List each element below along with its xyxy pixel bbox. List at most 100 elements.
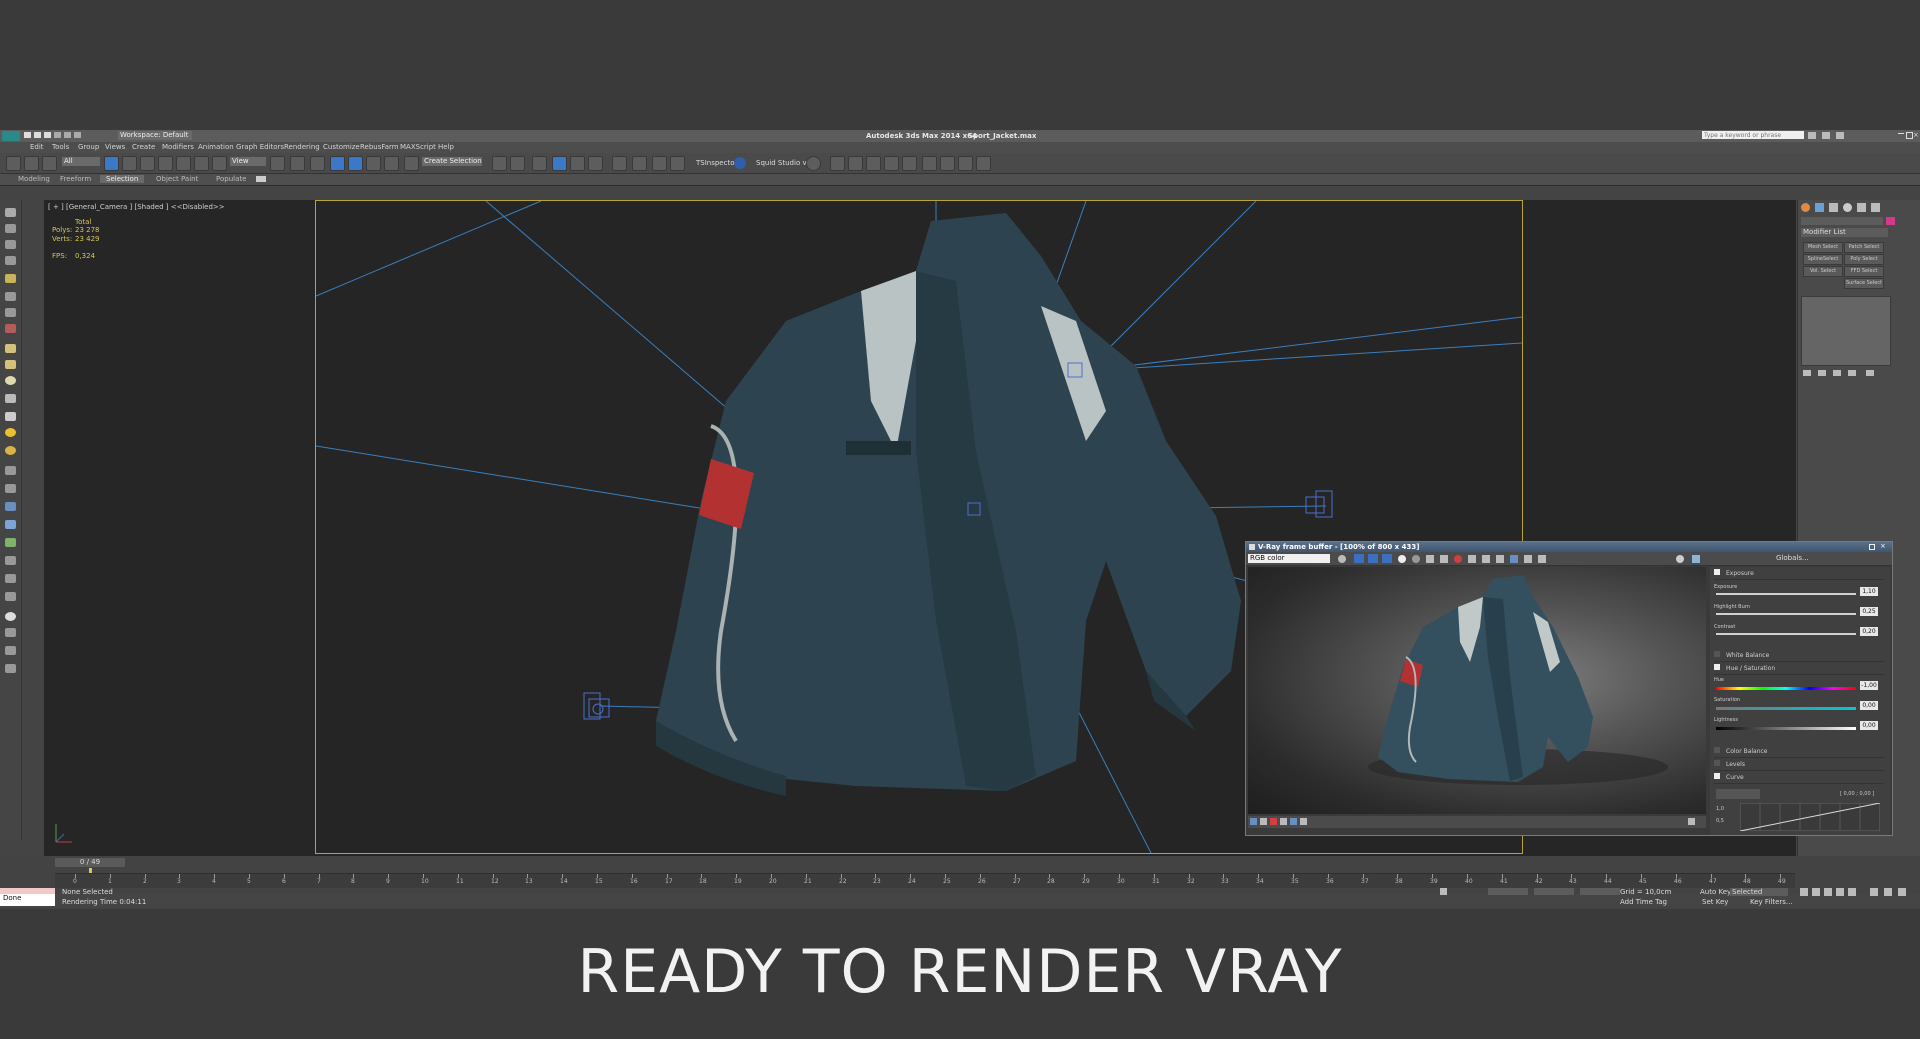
menu-animation[interactable]: Animation [198,143,234,151]
mirror-icon[interactable] [492,156,507,171]
x-coordinate-field[interactable] [1488,888,1528,895]
rendered-frame-window-icon[interactable] [652,156,667,171]
jacket-model[interactable] [656,213,1241,796]
curve-preset-buttons[interactable] [1716,789,1760,799]
pixel-info-icon[interactable] [1538,555,1546,563]
menu-rendering[interactable]: Rendering [284,143,320,151]
channel-dropdown[interactable]: RGB color [1248,554,1330,563]
saturation-value[interactable]: 0,00 [1860,701,1878,710]
tab-freeform[interactable]: Freeform [54,175,97,183]
curve-editor-icon[interactable] [570,156,585,171]
select-object-icon[interactable] [104,156,119,171]
poly-select-button[interactable]: Poly Select [1844,254,1884,265]
pan-icon[interactable] [1884,888,1892,896]
selection-filter-dropdown[interactable]: All [62,157,100,166]
scale-icon[interactable] [212,156,227,171]
resize-grip-icon[interactable] [1688,818,1695,825]
render-setup-icon[interactable] [632,156,647,171]
key-filters-button[interactable]: Key Filters... [1750,898,1793,907]
tsinspector-label[interactable]: TSInspector [696,159,737,168]
pivot-center-icon[interactable] [270,156,285,171]
show-end-result-icon[interactable] [1818,370,1826,376]
render-last-icon[interactable] [1496,555,1504,563]
utilities-tab-icon[interactable] [1871,203,1880,212]
blue-channel-icon[interactable] [1382,554,1392,563]
modifier-list-dropdown[interactable]: Modifier List [1801,228,1888,237]
contrast-slider[interactable] [1716,633,1856,635]
auto-key-button[interactable]: Auto Key [1700,888,1731,897]
tab-selection[interactable]: Selection [100,175,145,183]
bones-icon[interactable] [5,466,16,475]
pin-stack-icon[interactable] [1803,370,1811,376]
app-logo-icon[interactable] [2,131,20,141]
geometry-icon[interactable] [5,344,16,353]
curve-section[interactable]: Curve [1714,773,1884,784]
tab-modeling[interactable]: Modeling [12,175,56,183]
save-image-icon[interactable] [1426,555,1434,563]
keyboard-shortcut-icon[interactable] [310,156,325,171]
stop-render-icon[interactable] [1454,555,1462,563]
snap-toggle-icon[interactable] [330,156,345,171]
highlight-burn-value[interactable]: 0,25 [1860,607,1878,616]
highlight-burn-slider[interactable] [1716,613,1856,615]
hue-saturation-section[interactable]: Hue / Saturation [1714,664,1884,675]
add-time-tag[interactable]: Add Time Tag [1620,898,1667,907]
frame-counter[interactable]: 0 / 49 [55,858,125,867]
green-channel-icon[interactable] [1368,554,1378,563]
maximize-icon[interactable] [1906,132,1913,139]
display-icon[interactable] [5,612,16,621]
material-editor-icon[interactable] [612,156,627,171]
orbit-icon[interactable] [1898,888,1906,896]
surface-select-button[interactable]: Surface Select [1844,278,1884,289]
minimize-icon[interactable] [1898,133,1904,134]
menu-help[interactable]: Help [438,143,454,151]
camera-icon[interactable] [5,292,16,301]
menu-create[interactable]: Create [132,143,155,151]
next-frame-icon[interactable] [128,858,134,866]
graphite-toggle-icon[interactable] [552,156,567,171]
close-icon[interactable]: × [1880,542,1886,551]
light-icon[interactable] [5,274,16,283]
edit-named-selection-icon[interactable] [404,156,419,171]
folder-icon[interactable] [922,156,937,171]
teapot-icon[interactable] [830,156,845,171]
layer-manager-icon[interactable] [532,156,547,171]
spacewarp-icon[interactable] [5,324,16,333]
motion-tab-icon[interactable] [1843,203,1852,212]
menu-edit[interactable]: Edit [30,143,44,151]
helper-icon[interactable] [5,308,16,317]
menu-modifiers[interactable]: Modifiers [162,143,194,151]
exposure-checkbox[interactable] [1714,569,1720,575]
named-selection-dropdown[interactable]: Create Selection Se [422,157,482,166]
workspace-dropdown[interactable]: Workspace: Default [118,131,192,140]
lock-selection-icon[interactable] [1440,888,1447,895]
next-key-icon[interactable] [1836,888,1844,896]
curve-graph[interactable] [1740,803,1880,831]
sun-icon[interactable] [5,428,16,437]
sort-icon[interactable] [5,224,16,233]
object-color-swatch[interactable] [1886,217,1895,225]
modify-tab-icon[interactable] [1815,203,1824,212]
white-balance-checkbox[interactable] [1714,651,1720,657]
track-mouse-icon[interactable] [1482,555,1490,563]
listener-output[interactable]: Done [0,894,55,906]
curve-checkbox[interactable] [1714,773,1720,779]
shape-icon[interactable] [5,360,16,369]
track-bar[interactable]: 0 1 2 3 4 5 6 7 8 9 10 11 12 13 14 15 16 17 18 19 20 21 22 23 24… [55,873,1795,888]
exposure-slider[interactable] [1716,593,1856,595]
container-icon[interactable] [5,574,16,583]
star-icon[interactable] [1822,132,1830,139]
menu-graph-editors[interactable]: Graph Editors [236,143,284,151]
contrast-value[interactable]: 0,20 [1860,627,1878,636]
exposure-section[interactable]: Exposure [1714,569,1884,580]
select-manipulate-icon[interactable] [290,156,305,171]
render-preset-icon[interactable] [902,156,917,171]
levels-checkbox[interactable] [1714,760,1720,766]
spinner-snap-icon[interactable] [384,156,399,171]
hue-saturation-checkbox[interactable] [1714,664,1720,670]
object-name-field[interactable] [1801,217,1883,225]
quick-access-toolbar[interactable] [24,132,114,140]
link-icon[interactable] [6,156,21,171]
color-balance-section[interactable]: Color Balance [1714,747,1884,758]
make-unique-icon[interactable] [1833,370,1841,376]
